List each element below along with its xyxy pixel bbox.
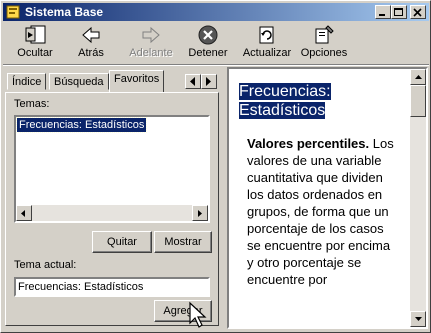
- stop-icon: [198, 25, 218, 45]
- arrow-up-icon: [415, 75, 422, 79]
- tab-scroll-right-button[interactable]: [201, 74, 217, 89]
- window-title: Sistema Base: [25, 5, 104, 19]
- forward-arrow-icon: [142, 26, 160, 44]
- close-button[interactable]: [410, 5, 426, 19]
- scroll-down-button[interactable]: [410, 311, 426, 327]
- minimize-button[interactable]: [375, 5, 391, 19]
- tab-index[interactable]: Índice: [7, 73, 47, 90]
- minimize-icon: [379, 14, 385, 16]
- current-topic-field[interactable]: Frecuencias: Estadísticos: [14, 277, 210, 297]
- refresh-icon: [259, 26, 274, 44]
- hide-pane-icon: [25, 25, 46, 44]
- scroll-up-button[interactable]: [410, 69, 426, 85]
- topics-label: Temas:: [14, 98, 50, 110]
- topics-list[interactable]: Frecuencias: Estadísticos: [14, 115, 210, 223]
- title-bar[interactable]: Sistema Base: [3, 3, 429, 21]
- tab-favorites[interactable]: Favoritos: [109, 70, 165, 92]
- arrow-right-icon: [206, 77, 211, 86]
- maximize-icon: [394, 8, 403, 16]
- arrow-right-icon: [198, 210, 202, 217]
- options-button[interactable]: Opciones: [299, 24, 349, 64]
- current-topic-label: Tema actual:: [14, 259, 77, 271]
- arrow-left-icon: [21, 210, 25, 217]
- show-button[interactable]: Mostrar: [154, 231, 212, 253]
- tab-search[interactable]: Búsqueda: [49, 73, 109, 90]
- help-window: Sistema Base Ocultar Atrás Adelante Dete…: [0, 0, 431, 333]
- content-vertical-scrollbar[interactable]: [410, 69, 426, 327]
- back-button[interactable]: Atrás: [71, 24, 111, 64]
- navigation-tabs: Índice Búsqueda Favoritos: [5, 69, 221, 93]
- toolbar: Ocultar Atrás Adelante Detener Actualiza…: [3, 22, 429, 64]
- forward-button[interactable]: Adelante: [126, 24, 176, 64]
- options-icon: [315, 25, 334, 44]
- topic-term: Valores percentiles.: [247, 136, 370, 151]
- mouse-pointer-icon: [189, 301, 207, 328]
- list-item[interactable]: Frecuencias: Estadísticos: [15, 117, 148, 133]
- scroll-right-button[interactable]: [192, 205, 208, 221]
- topic-paragraph: Valores percentiles. Los valores de una …: [247, 135, 397, 288]
- stop-button[interactable]: Detener: [188, 24, 228, 64]
- help-app-icon: [6, 5, 20, 19]
- topic-title: Frecuencias: Estadísticos: [239, 83, 331, 119]
- topics-horizontal-scrollbar[interactable]: [16, 205, 208, 221]
- refresh-button[interactable]: Actualizar: [242, 24, 292, 64]
- back-arrow-icon: [82, 26, 100, 44]
- maximize-button[interactable]: [391, 5, 407, 19]
- arrow-down-icon: [415, 317, 422, 321]
- hide-button[interactable]: Ocultar: [13, 24, 57, 64]
- topic-body: Los valores de una variable cuantitativa…: [247, 136, 394, 287]
- toolbar-divider: [3, 64, 429, 66]
- arrow-left-icon: [190, 77, 195, 86]
- scroll-left-button[interactable]: [16, 205, 32, 221]
- remove-button[interactable]: Quitar: [92, 231, 152, 253]
- favorites-panel: Temas: Frecuencias: Estadísticos Quitar …: [5, 92, 219, 326]
- topic-content-pane[interactable]: Frecuencias: Estadísticos Valores percen…: [227, 67, 428, 329]
- scroll-thumb[interactable]: [410, 85, 426, 117]
- close-icon: [413, 8, 422, 17]
- tab-scroll-left-button[interactable]: [185, 74, 201, 89]
